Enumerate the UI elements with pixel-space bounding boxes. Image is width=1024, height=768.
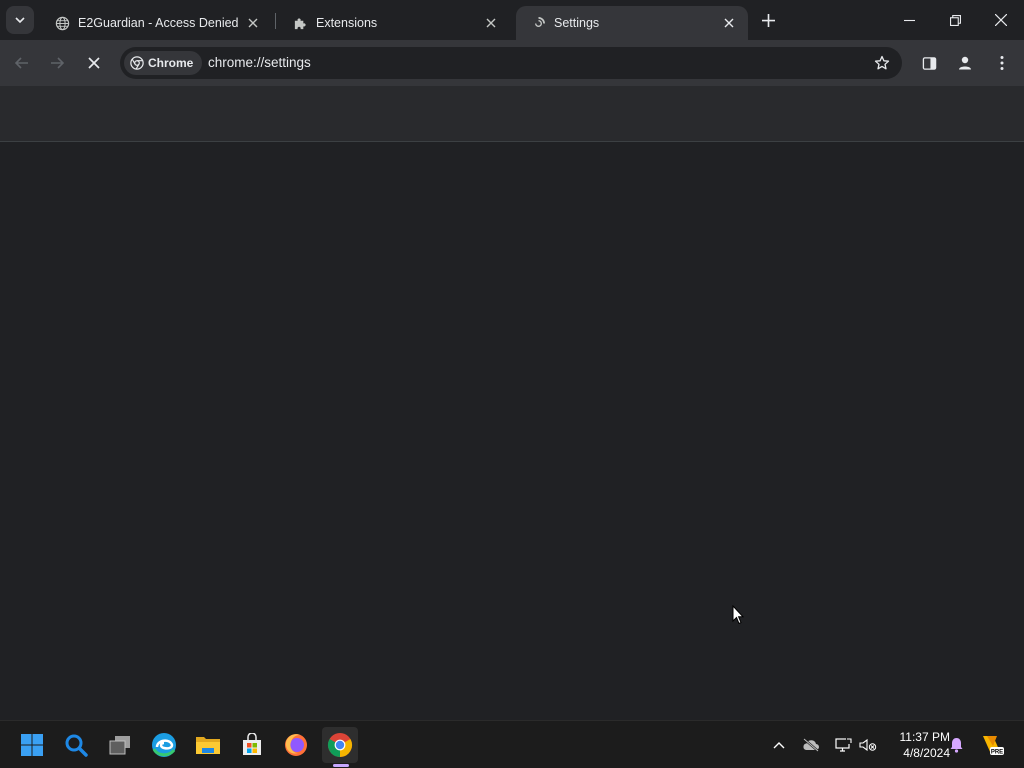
firefox-icon (285, 734, 307, 756)
volume-muted-icon (859, 738, 877, 752)
minimize-button[interactable] (886, 0, 932, 40)
address-bar[interactable]: Chrome chrome://settings (120, 47, 902, 79)
close-icon (88, 57, 100, 69)
site-info-chip[interactable]: Chrome (124, 51, 203, 75)
globe-icon (54, 15, 70, 31)
page-content (0, 143, 1024, 720)
show-hidden-icons-button[interactable] (769, 735, 789, 755)
volume-tray[interactable] (858, 735, 878, 755)
svg-text:PRE: PRE (991, 750, 1003, 756)
taskbar-chrome[interactable] (322, 727, 358, 763)
windows-start-icon (21, 734, 43, 756)
windows-taskbar: 11:37 PM 4/8/2024 PRE (0, 720, 1024, 768)
puzzle-icon (292, 15, 308, 31)
loading-spinner-icon (530, 15, 546, 31)
file-explorer-icon (196, 737, 220, 754)
stop-loading-button[interactable] (80, 49, 108, 77)
tab-extensions[interactable]: Extensions (278, 6, 510, 40)
chevron-down-icon (15, 17, 25, 24)
tab-strip: E2Guardian - Access Denied Extensions Se… (0, 0, 1024, 40)
tab-title: Settings (554, 16, 600, 30)
tab-e2guardian[interactable]: E2Guardian - Access Denied (40, 6, 272, 40)
tab-separator (275, 13, 276, 29)
task-view-button[interactable] (102, 727, 138, 763)
close-window-button[interactable] (978, 0, 1024, 40)
restore-icon (949, 14, 961, 26)
search-icon (65, 734, 88, 757)
chip-label: Chrome (148, 56, 194, 70)
tab-title: Extensions (316, 16, 378, 30)
star-icon (874, 55, 890, 70)
clock-date: 4/8/2024 (903, 746, 950, 760)
taskbar-search-button[interactable] (58, 727, 94, 763)
onedrive-tray[interactable] (801, 735, 821, 755)
store-icon (243, 733, 261, 755)
mouse-cursor-icon (732, 604, 745, 630)
more-vert-icon (1000, 56, 1004, 70)
minimize-icon (903, 19, 915, 21)
new-tab-button[interactable] (756, 8, 780, 32)
plus-icon (761, 13, 775, 27)
close-icon[interactable] (482, 14, 500, 32)
edge-icon (152, 733, 176, 757)
network-icon (834, 737, 852, 752)
arrow-right-icon (51, 57, 65, 69)
bookmark-star-button[interactable] (872, 53, 892, 73)
url-text[interactable]: chrome://settings (208, 55, 311, 70)
copilot-pre-button[interactable]: PRE (979, 732, 1005, 758)
back-button[interactable] (8, 49, 36, 77)
chrome-logo-icon (130, 56, 144, 70)
copilot-pre-icon: PRE (983, 736, 1004, 756)
start-button[interactable] (14, 727, 50, 763)
taskbar-edge[interactable] (146, 727, 182, 763)
person-icon (959, 56, 971, 70)
bell-icon (950, 738, 962, 753)
tab-title: E2Guardian - Access Denied (78, 16, 239, 30)
chevron-up-icon (773, 742, 785, 749)
restore-button[interactable] (932, 0, 978, 40)
taskbar-clock[interactable]: 11:37 PM 4/8/2024 (884, 729, 950, 761)
chrome-menu-button[interactable] (988, 49, 1016, 77)
side-panel-button[interactable] (915, 49, 943, 77)
taskbar-file-explorer[interactable] (190, 727, 226, 763)
chrome-icon (327, 733, 353, 757)
close-icon[interactable] (720, 14, 738, 32)
forward-button[interactable] (43, 49, 71, 77)
arrow-left-icon (14, 57, 28, 69)
settings-header-placeholder (0, 86, 1024, 142)
notifications-button[interactable] (946, 735, 966, 755)
close-icon (995, 14, 1007, 26)
tab-search-button[interactable] (6, 6, 34, 34)
side-panel-icon (922, 56, 936, 70)
close-icon[interactable] (244, 14, 262, 32)
clock-time: 11:37 PM (899, 730, 950, 744)
network-tray[interactable] (833, 735, 853, 755)
taskbar-store[interactable] (234, 727, 270, 763)
profile-button[interactable] (951, 49, 979, 77)
cloud-offline-icon (803, 738, 819, 752)
task-view-icon (109, 736, 130, 755)
tab-settings[interactable]: Settings (516, 6, 748, 40)
taskbar-firefox[interactable] (278, 727, 314, 763)
active-app-indicator (333, 764, 349, 767)
browser-toolbar: Chrome chrome://settings (0, 40, 1024, 86)
